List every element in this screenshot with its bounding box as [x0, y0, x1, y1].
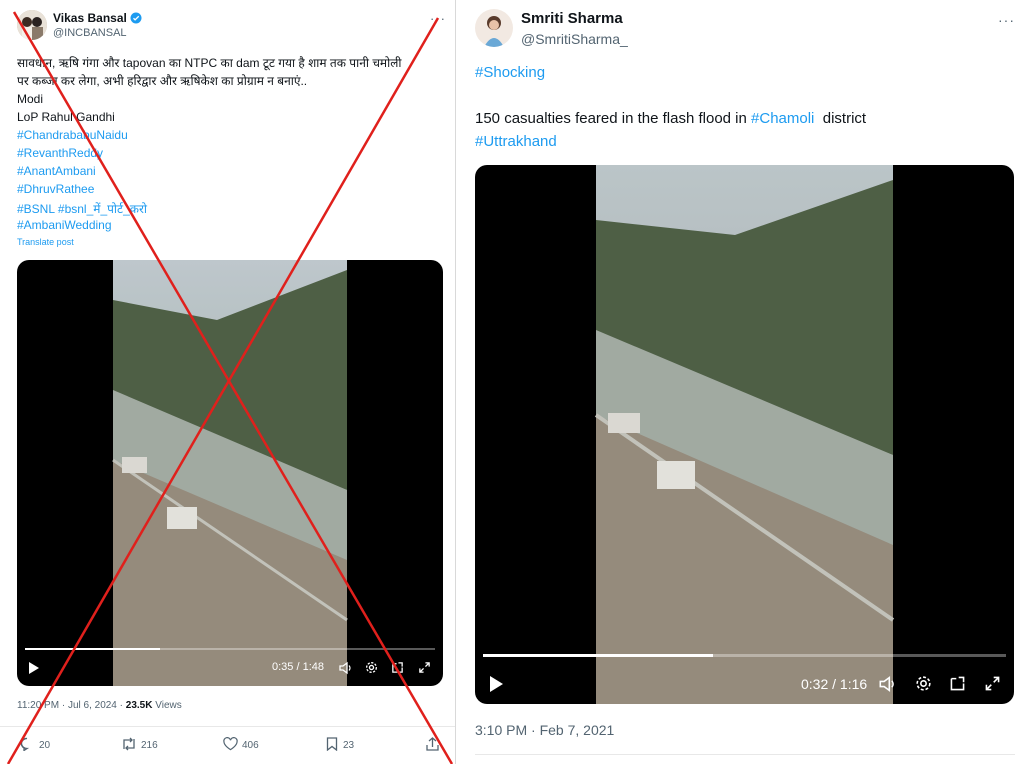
tweet-text-line: पर कब्जा कर लेगा, अभी हरिद्वार और ऋषिकेश…	[17, 74, 308, 88]
translate-post-link[interactable]: Translate post	[17, 237, 74, 247]
video-player[interactable]: 0:32 / 1:16	[475, 165, 1014, 704]
hashtag-link[interactable]: #Shocking	[475, 64, 545, 81]
divider	[0, 726, 455, 727]
video-time: 0:35 / 1:48	[272, 661, 324, 673]
fullscreen-icon[interactable]	[984, 675, 1001, 692]
fullscreen-icon[interactable]	[418, 661, 431, 674]
hashtag-link[interactable]: #ChandrababuNaidu	[17, 128, 128, 142]
post-metadata: 11:20 PM · Jul 6, 2024 · 23.5K Views	[17, 700, 182, 711]
tweet-text-line: सावधान, ऋषि गंगा और tapovan का NTPC का d…	[17, 56, 402, 70]
video-progress-fill	[25, 648, 161, 650]
video-progress-track[interactable]	[483, 654, 1006, 657]
hashtag-link[interactable]: #DhruvRathee	[17, 182, 94, 196]
tweet-text-segment: district	[814, 110, 867, 127]
picture-in-picture-icon[interactable]	[391, 661, 404, 674]
video-time: 0:32 / 1:16	[801, 676, 868, 692]
hashtag-link[interactable]: #Uttrakhand	[475, 133, 557, 150]
author-handle[interactable]: @INCBANSAL	[53, 27, 127, 39]
divider	[475, 754, 1015, 755]
video-progress-fill	[483, 654, 714, 657]
volume-icon[interactable]	[879, 675, 897, 693]
views-label: Views	[152, 700, 182, 711]
avatar[interactable]	[475, 9, 513, 47]
repost-icon[interactable]	[120, 737, 138, 751]
tweet-text-segment: 150 casualties feared in the flash flood…	[475, 110, 752, 127]
reply-icon[interactable]	[20, 737, 34, 751]
play-icon[interactable]	[28, 662, 40, 674]
settings-gear-icon[interactable]	[365, 661, 378, 674]
video-frame-image	[112, 260, 348, 686]
tweet-text-line: Modi	[17, 92, 44, 106]
view-count: 23.5K	[125, 700, 153, 711]
hashtag-link[interactable]: #Chamoli	[751, 110, 814, 127]
play-icon[interactable]	[489, 676, 504, 692]
share-icon[interactable]	[426, 737, 439, 751]
video-player[interactable]: 0:35 / 1:48	[17, 260, 443, 686]
tweet-text-line: LoP Rahul Gandhi	[17, 110, 115, 124]
more-options-icon[interactable]: ···	[998, 12, 1015, 28]
video-frame-image	[594, 165, 895, 704]
volume-icon[interactable]	[339, 661, 353, 675]
post-timestamp[interactable]: 3:10 PM · Feb 7, 2021	[475, 722, 614, 738]
like-heart-icon[interactable]	[223, 737, 238, 751]
bookmark-icon[interactable]	[326, 737, 338, 751]
hashtag-link[interactable]: #RevanthReddy	[17, 146, 103, 160]
post-timestamp[interactable]: 11:20 PM · Jul 6, 2024 ·	[17, 700, 126, 711]
hashtag-link[interactable]: #BSNL #bsnl_में_पोर्ट_करो	[17, 200, 147, 217]
hashtag-link[interactable]: #AmbaniWedding	[17, 218, 112, 232]
repost-count: 216	[141, 740, 158, 751]
avatar-image	[17, 10, 47, 40]
like-count: 406	[242, 740, 259, 751]
author-name[interactable]: Smriti Sharma	[521, 10, 623, 27]
tweet-text: 150 casualties feared in the flash flood…	[475, 110, 866, 127]
left-tweet: Vikas Bansal @INCBANSAL ··· सावधान, ऋषि …	[0, 0, 456, 764]
verified-badge-icon	[130, 12, 142, 24]
author-handle[interactable]: @SmritiSharma_	[521, 31, 628, 47]
more-options-icon[interactable]: ···	[430, 11, 446, 26]
picture-in-picture-icon[interactable]	[949, 675, 966, 692]
avatar-image	[475, 9, 513, 47]
settings-gear-icon[interactable]	[915, 675, 932, 692]
right-tweet: Smriti Sharma @SmritiSharma_ ··· #Shocki…	[462, 0, 1023, 764]
author-name[interactable]: Vikas Bansal	[53, 11, 142, 25]
reply-count: 20	[39, 740, 51, 751]
bookmark-count: 23	[343, 740, 355, 751]
avatar[interactable]	[17, 10, 47, 40]
hashtag-link[interactable]: #AnantAmbani	[17, 164, 96, 178]
video-progress-track[interactable]	[25, 648, 435, 650]
